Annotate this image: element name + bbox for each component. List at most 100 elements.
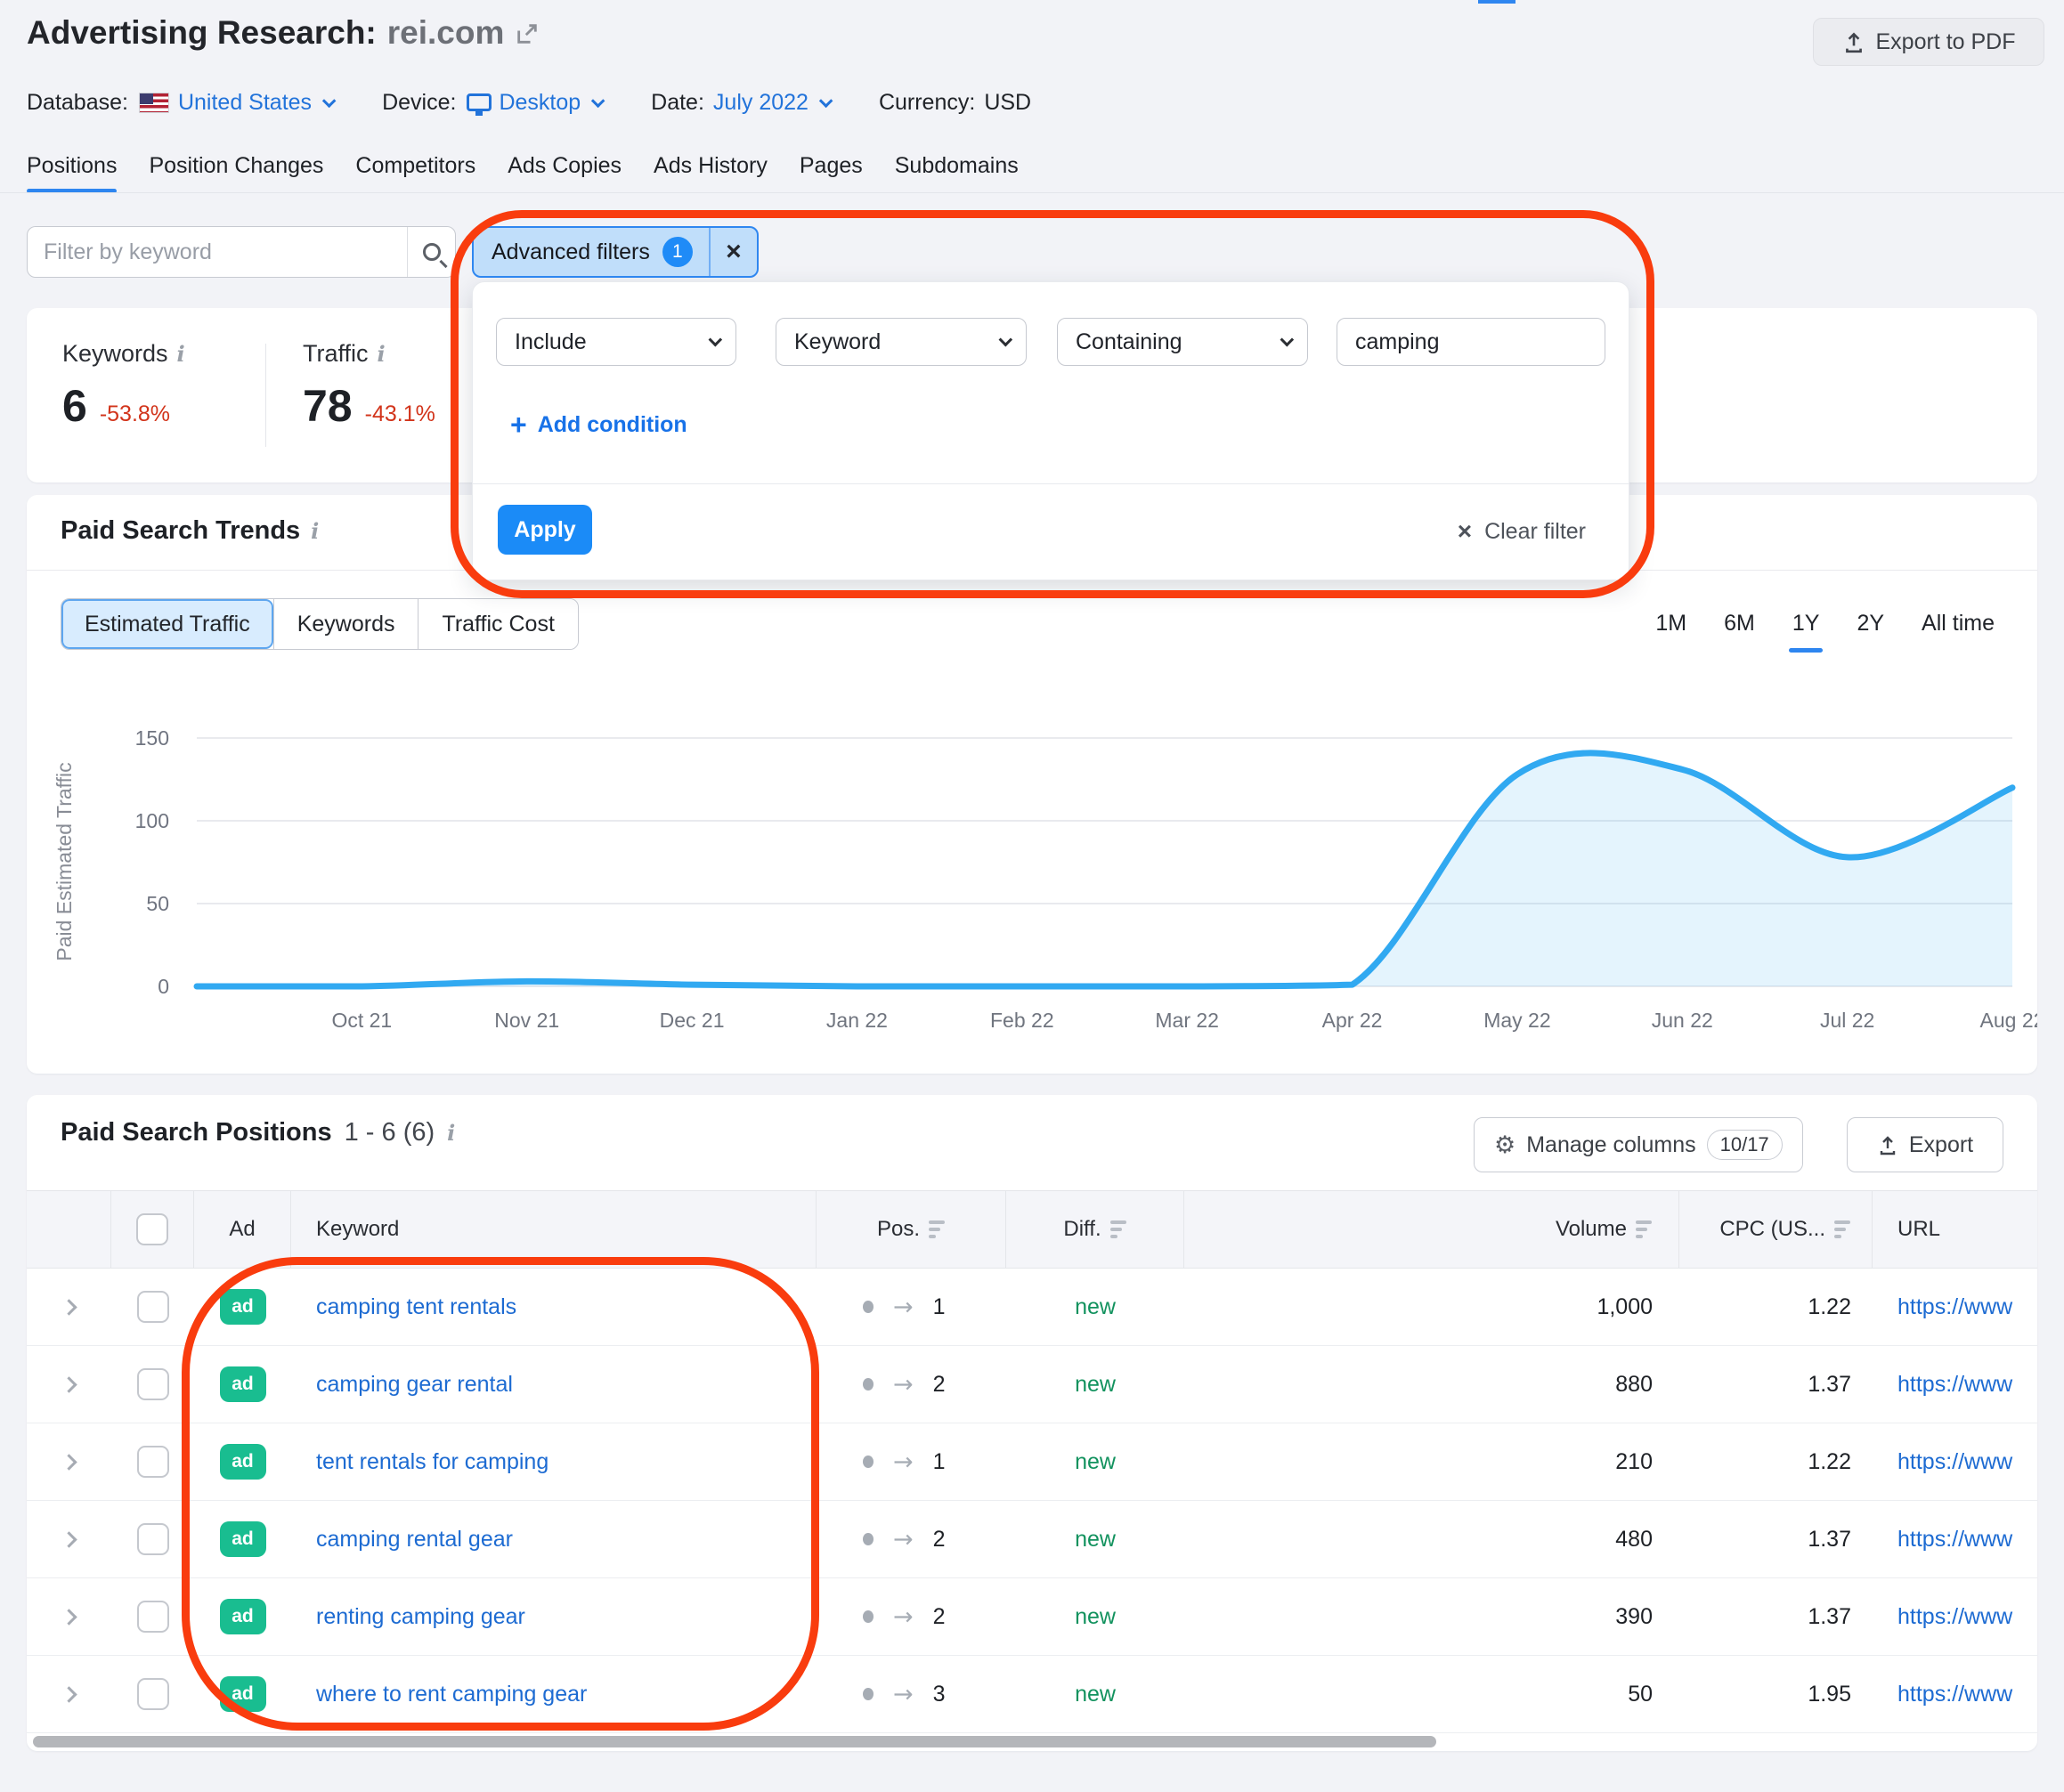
- tabs-divider: [0, 192, 2064, 193]
- row-checkbox[interactable]: [137, 1291, 169, 1323]
- trends-range-selector: 1M 6M 1Y 2Y All time: [1655, 611, 1995, 653]
- row-checkbox[interactable]: [137, 1523, 169, 1555]
- url-link[interactable]: https://www: [1897, 1527, 2012, 1553]
- row-expand-icon[interactable]: [61, 1686, 77, 1702]
- info-icon[interactable]: i: [447, 1120, 455, 1146]
- tab-ads-history[interactable]: Ads History: [654, 153, 768, 193]
- url-link[interactable]: https://www: [1897, 1449, 2012, 1475]
- keyword-link[interactable]: where to rent camping gear: [316, 1682, 587, 1707]
- select-all-checkbox[interactable]: [136, 1213, 168, 1245]
- tab-subdomains[interactable]: Subdomains: [895, 153, 1019, 193]
- header-keyword: Keyword: [316, 1217, 399, 1242]
- sort-icon[interactable]: [929, 1220, 945, 1238]
- volume-value: 210: [1615, 1449, 1653, 1475]
- row-expand-icon[interactable]: [61, 1376, 77, 1392]
- table-row: adcamping tent rentals→1new1,0001.22http…: [27, 1269, 2037, 1346]
- device-select[interactable]: Desktop: [499, 90, 581, 116]
- svg-text:May 22: May 22: [1483, 1009, 1550, 1032]
- keyword-link[interactable]: tent rentals for camping: [316, 1449, 549, 1475]
- table-row: adcamping rental gear→2new4801.37https:/…: [27, 1501, 2037, 1578]
- sort-icon[interactable]: [1834, 1220, 1850, 1238]
- tab-competitors[interactable]: Competitors: [355, 153, 475, 193]
- chevron-down-icon[interactable]: [819, 93, 833, 108]
- toggle-keywords[interactable]: Keywords: [273, 599, 418, 649]
- add-condition-button[interactable]: + Add condition: [510, 409, 687, 442]
- toggle-traffic-cost[interactable]: Traffic Cost: [418, 599, 577, 649]
- positions-title-row: Paid Search Positions 1 - 6 (6) i: [61, 1118, 455, 1147]
- info-icon[interactable]: i: [311, 518, 319, 544]
- remove-filters-button[interactable]: ×: [711, 228, 757, 276]
- database-label: Database:: [27, 90, 128, 116]
- keyword-link[interactable]: camping tent rentals: [316, 1294, 516, 1320]
- advanced-filters-chip[interactable]: Advanced filters 1 ×: [472, 226, 759, 278]
- horizontal-scrollbar-thumb[interactable]: [33, 1736, 1436, 1747]
- chevron-down-icon: [999, 332, 1013, 346]
- range-2y[interactable]: 2Y: [1857, 611, 1884, 653]
- svg-text:Jan 22: Jan 22: [826, 1009, 888, 1032]
- sort-icon[interactable]: [1110, 1220, 1126, 1238]
- condition-operator-select[interactable]: Include: [496, 318, 736, 366]
- header-volume: Volume: [1556, 1217, 1627, 1242]
- keyword-link[interactable]: camping gear rental: [316, 1372, 513, 1398]
- chevron-down-icon[interactable]: [322, 93, 337, 108]
- row-checkbox[interactable]: [137, 1368, 169, 1400]
- svg-text:Jul 22: Jul 22: [1820, 1009, 1874, 1032]
- manage-columns-button[interactable]: ⚙ Manage columns 10/17: [1474, 1117, 1803, 1172]
- us-flag-icon: [139, 93, 169, 113]
- row-checkbox[interactable]: [137, 1601, 169, 1633]
- stat-divider: [265, 344, 266, 447]
- url-link[interactable]: https://www: [1897, 1604, 2012, 1630]
- row-expand-icon[interactable]: [61, 1299, 77, 1315]
- row-expand-icon[interactable]: [61, 1531, 77, 1547]
- advertising-research-page: Advertising Research: rei.com Export to …: [0, 0, 2064, 1792]
- row-expand-icon[interactable]: [61, 1609, 77, 1625]
- range-all-time[interactable]: All time: [1922, 611, 1995, 653]
- ad-badge: ad: [220, 1289, 266, 1325]
- gear-icon: ⚙: [1494, 1131, 1515, 1159]
- svg-text:Jun 22: Jun 22: [1652, 1009, 1713, 1032]
- keyword-filter-input[interactable]: [28, 227, 407, 277]
- apply-button[interactable]: Apply: [498, 505, 592, 555]
- row-expand-icon[interactable]: [61, 1454, 77, 1470]
- keyword-link[interactable]: camping rental gear: [316, 1527, 513, 1553]
- tab-positions[interactable]: Positions: [27, 153, 117, 193]
- tab-position-changes[interactable]: Position Changes: [149, 153, 323, 193]
- export-table-button[interactable]: Export: [1847, 1117, 2003, 1172]
- url-link[interactable]: https://www: [1897, 1372, 2012, 1398]
- database-select[interactable]: United States: [178, 90, 312, 116]
- range-1y[interactable]: 1Y: [1792, 611, 1820, 653]
- search-button[interactable]: [407, 227, 455, 277]
- close-icon: ×: [1458, 517, 1472, 546]
- url-link[interactable]: https://www: [1897, 1682, 2012, 1707]
- report-settings-bar: Database: United States Device: Desktop …: [27, 85, 1031, 120]
- clear-filter-button[interactable]: × Clear filter: [1458, 517, 1586, 546]
- volume-value: 50: [1628, 1682, 1653, 1707]
- toggle-estimated-traffic[interactable]: Estimated Traffic: [61, 599, 273, 649]
- range-1m[interactable]: 1M: [1655, 611, 1686, 653]
- condition-match-select[interactable]: Containing: [1057, 318, 1308, 366]
- row-checkbox[interactable]: [137, 1446, 169, 1478]
- header-diff: Diff.: [1063, 1217, 1101, 1242]
- ad-badge: ad: [220, 1521, 266, 1557]
- svg-text:100: 100: [135, 809, 169, 832]
- condition-value-input[interactable]: [1337, 318, 1605, 366]
- keyword-link[interactable]: renting camping gear: [316, 1604, 525, 1630]
- info-icon[interactable]: i: [378, 341, 386, 367]
- tab-ads-copies[interactable]: Ads Copies: [508, 153, 622, 193]
- header-expand-column: [27, 1191, 111, 1268]
- info-icon[interactable]: i: [177, 341, 185, 367]
- condition-field-select[interactable]: Keyword: [776, 318, 1027, 366]
- table-row: adcamping gear rental→2new8801.37https:/…: [27, 1346, 2037, 1423]
- row-checkbox[interactable]: [137, 1678, 169, 1710]
- export-to-pdf-button[interactable]: Export to PDF: [1813, 18, 2044, 66]
- svg-text:150: 150: [135, 726, 169, 750]
- chevron-down-icon[interactable]: [591, 93, 605, 108]
- url-link[interactable]: https://www: [1897, 1294, 2012, 1320]
- tab-pages[interactable]: Pages: [800, 153, 863, 193]
- date-select[interactable]: July 2022: [713, 90, 809, 116]
- range-6m[interactable]: 6M: [1724, 611, 1755, 653]
- external-link-icon[interactable]: [515, 21, 540, 51]
- sort-icon[interactable]: [1636, 1220, 1652, 1238]
- trends-title: Paid Search Trends: [61, 516, 300, 546]
- header-ad: Ad: [229, 1217, 255, 1242]
